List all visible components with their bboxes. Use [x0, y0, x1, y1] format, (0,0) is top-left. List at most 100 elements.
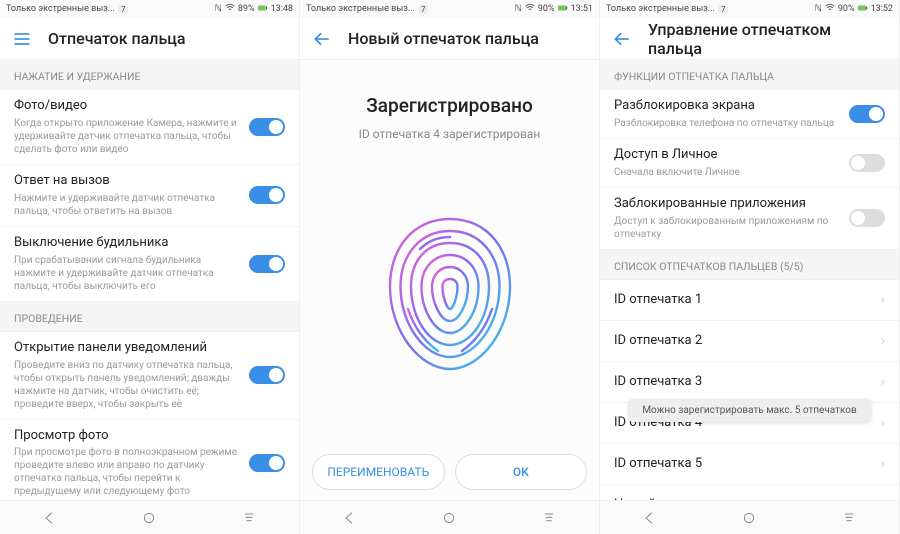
screen-new-fingerprint: Только экстренные выз... 7 ℕ 90% 13:51 Н…	[300, 0, 600, 534]
toggle-photo-view[interactable]	[249, 454, 285, 472]
fingerprint-graphic	[300, 141, 599, 446]
nav-bar	[300, 500, 599, 534]
row-title: Открытие панели уведомлений	[14, 340, 241, 357]
fingerprint-entry[interactable]: ID отпечатка 2 ›	[600, 321, 899, 362]
row-title: Выключение будильника	[14, 235, 241, 252]
toast-message: Можно зарегистрировать макс. 5 отпечатко…	[628, 399, 870, 422]
chevron-right-icon: ›	[881, 415, 885, 431]
row-title: Заблокированные приложения	[614, 196, 841, 213]
row-subtitle: Разблокировка телефона по отпечатку паль…	[614, 117, 841, 130]
nav-recent-icon[interactable]	[241, 510, 257, 526]
row-notif-panel[interactable]: Открытие панели уведомлений Проведите вн…	[0, 332, 299, 420]
row-alarm-off[interactable]: Выключение будильника При срабатывании с…	[0, 227, 299, 302]
nav-back-icon[interactable]	[642, 510, 658, 526]
status-bar: Только экстренные выз... 7 ℕ 90% 13:51	[300, 0, 599, 18]
wifi-icon	[525, 3, 535, 16]
row-unlock-screen[interactable]: Разблокировка экрана Разблокировка телеф…	[600, 90, 899, 139]
nav-home-icon[interactable]	[441, 510, 457, 526]
carrier-text: Только экстренные выз...	[306, 4, 415, 14]
hamburger-icon[interactable]	[12, 29, 32, 49]
row-subtitle: Доступ к заблокированным приложениям по …	[614, 215, 841, 241]
toggle-alarm-off[interactable]	[249, 255, 285, 273]
nfc-icon: ℕ	[515, 4, 522, 14]
page-title: Новый отпечаток пальца	[348, 29, 539, 48]
toggle-notif-panel[interactable]	[249, 366, 285, 384]
fingerprint-label: ID отпечатка 3	[614, 374, 881, 389]
row-title: Фото/видео	[14, 98, 241, 115]
row-answer-call[interactable]: Ответ на вызов Нажмите и удерживайте дат…	[0, 165, 299, 227]
rename-button[interactable]: ПЕРЕИМЕНОВАТЬ	[312, 454, 445, 490]
fingerprint-label: ID отпечатка 2	[614, 333, 881, 348]
fingerprint-label: ID отпечатка 5	[614, 456, 881, 471]
chevron-right-icon: ›	[881, 374, 885, 390]
nav-back-icon[interactable]	[342, 510, 358, 526]
row-title: Просмотр фото	[14, 428, 241, 445]
row-photo-view[interactable]: Просмотр фото При просмотре фото в полно…	[0, 420, 299, 500]
row-title: Ответ на вызов	[14, 173, 241, 190]
button-row: ПЕРЕИМЕНОВАТЬ OK	[300, 446, 599, 500]
battery-text: 90%	[838, 4, 855, 14]
back-arrow-icon[interactable]	[312, 29, 332, 49]
wifi-icon	[825, 3, 835, 16]
toggle-locked-apps[interactable]	[849, 209, 885, 227]
row-photo-video[interactable]: Фото/видео Когда открыто приложение Каме…	[0, 90, 299, 165]
nav-back-icon[interactable]	[42, 510, 58, 526]
nfc-icon: ℕ	[215, 4, 222, 14]
carrier-text: Только экстренные выз...	[6, 4, 115, 14]
nav-home-icon[interactable]	[741, 510, 757, 526]
registered-heading: Зарегистрировано	[300, 94, 599, 117]
row-subtitle: Сначала включите Личное	[614, 166, 841, 179]
battery-text: 90%	[538, 4, 555, 14]
row-locked-apps[interactable]: Заблокированные приложения Доступ к забл…	[600, 188, 899, 250]
app-bar: Управление отпечатком пальца	[600, 18, 899, 60]
status-bar: Только экстренные выз... 7 ℕ 90% 13:52	[600, 0, 899, 18]
registered-sub: ID отпечатка 4 зарегистрирован	[300, 127, 599, 141]
nav-bar	[600, 500, 899, 534]
section-header-swipe: ПРОВЕДЕНИЕ	[0, 302, 299, 332]
row-subtitle: Проведите вниз по датчику отпечатка паль…	[14, 359, 241, 411]
section-header-functions: ФУНКЦИИ ОТПЕЧАТКА ПАЛЬЦА	[600, 60, 899, 90]
fingerprint-entry[interactable]: ID отпечатка 1 ›	[600, 280, 899, 321]
row-private-access[interactable]: Доступ в Личное Сначала включите Личное	[600, 139, 899, 188]
page-title: Отпечаток пальца	[48, 29, 186, 48]
toggle-unlock[interactable]	[849, 105, 885, 123]
toggle-private[interactable]	[849, 154, 885, 172]
battery-text: 89%	[238, 4, 255, 14]
chevron-right-icon: ›	[881, 456, 885, 472]
nav-recent-icon[interactable]	[841, 510, 857, 526]
chevron-right-icon: ›	[881, 333, 885, 349]
app-bar: Отпечаток пальца	[0, 18, 299, 60]
carrier-text: Только экстренные выз...	[606, 4, 715, 14]
row-title: Доступ в Личное	[614, 147, 841, 164]
notif-badge: 7	[418, 5, 429, 14]
screen-manage-fingerprints: Только экстренные выз... 7 ℕ 90% 13:52 У…	[600, 0, 900, 534]
notif-badge: 7	[718, 5, 729, 14]
row-title: Разблокировка экрана	[614, 98, 841, 115]
registration-view: Зарегистрировано ID отпечатка 4 зарегист…	[300, 60, 599, 500]
clock-text: 13:51	[571, 4, 593, 14]
nav-recent-icon[interactable]	[541, 510, 557, 526]
fingerprint-entry[interactable]: ID отпечатка 5 ›	[600, 444, 899, 485]
fingerprint-label: ID отпечатка 1	[614, 292, 881, 307]
wifi-icon	[225, 3, 235, 16]
section-header-ids: СПИСОК ОТПЕЧАТКОВ ПАЛЬЦЕВ (5/5)	[600, 250, 899, 280]
chevron-right-icon: ›	[881, 292, 885, 308]
row-subtitle: Когда открыто приложение Камера, нажмите…	[14, 117, 241, 156]
toggle-answer-call[interactable]	[249, 186, 285, 204]
page-title: Управление отпечатком пальца	[648, 20, 887, 58]
toggle-photo-video[interactable]	[249, 118, 285, 136]
battery-icon	[858, 3, 868, 16]
row-subtitle: При просмотре фото в полноэкранном режим…	[14, 446, 241, 498]
row-subtitle: Нажмите и удерживайте датчик отпечатка п…	[14, 192, 241, 218]
status-bar: Только экстренные выз... 7 ℕ 89% 13:48	[0, 0, 299, 18]
battery-icon	[258, 3, 268, 16]
fingerprint-entry[interactable]: ID отпечатка 3 ›	[600, 362, 899, 403]
notif-badge: 7	[118, 5, 129, 14]
app-bar: Новый отпечаток пальца	[300, 18, 599, 60]
manage-content: ФУНКЦИИ ОТПЕЧАТКА ПАЛЬЦА Разблокировка э…	[600, 60, 899, 500]
back-arrow-icon[interactable]	[612, 29, 632, 49]
ok-button[interactable]: OK	[455, 454, 588, 490]
nav-home-icon[interactable]	[141, 510, 157, 526]
new-fingerprint-row[interactable]: Новый отпечаток пальца ›	[600, 485, 899, 500]
battery-icon	[558, 3, 568, 16]
